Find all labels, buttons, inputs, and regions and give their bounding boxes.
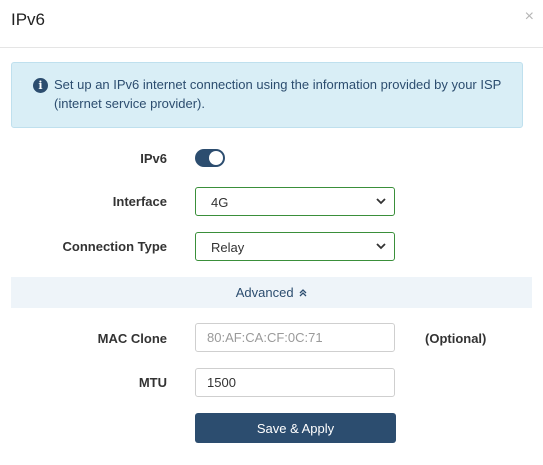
connection-type-select[interactable]: Relay bbox=[195, 232, 395, 261]
chevron-down-icon bbox=[376, 198, 386, 205]
info-alert: i Set up an IPv6 internet connection usi… bbox=[11, 62, 523, 128]
info-circle-icon: i bbox=[33, 78, 48, 93]
close-icon[interactable]: × bbox=[525, 8, 534, 26]
mtu-input[interactable] bbox=[195, 368, 395, 397]
save-apply-button[interactable]: Save & Apply bbox=[195, 413, 396, 443]
optional-hint: (Optional) bbox=[425, 331, 487, 346]
interface-label: Interface bbox=[112, 194, 167, 209]
advanced-toggle[interactable]: Advanced bbox=[11, 277, 532, 308]
dialog-header: IPv6 × bbox=[0, 0, 543, 48]
connection-type-value: Relay bbox=[211, 240, 245, 255]
info-text: Set up an IPv6 internet connection using… bbox=[54, 77, 502, 111]
interface-select[interactable]: 4G bbox=[195, 187, 395, 216]
toggle-knob bbox=[209, 151, 223, 165]
mac-clone-label: MAC Clone bbox=[97, 331, 167, 346]
advanced-label: Advanced bbox=[235, 285, 294, 300]
chevron-down-icon bbox=[376, 243, 386, 250]
mac-clone-input[interactable] bbox=[195, 323, 395, 352]
mtu-label: MTU bbox=[138, 375, 167, 390]
dialog-title: IPv6 bbox=[11, 10, 46, 29]
connection-type-label: Connection Type bbox=[62, 239, 167, 254]
ipv6-label: IPv6 bbox=[140, 151, 167, 166]
interface-value: 4G bbox=[211, 195, 229, 210]
ipv6-toggle[interactable] bbox=[195, 149, 225, 167]
double-chevron-up-icon bbox=[299, 289, 307, 297]
